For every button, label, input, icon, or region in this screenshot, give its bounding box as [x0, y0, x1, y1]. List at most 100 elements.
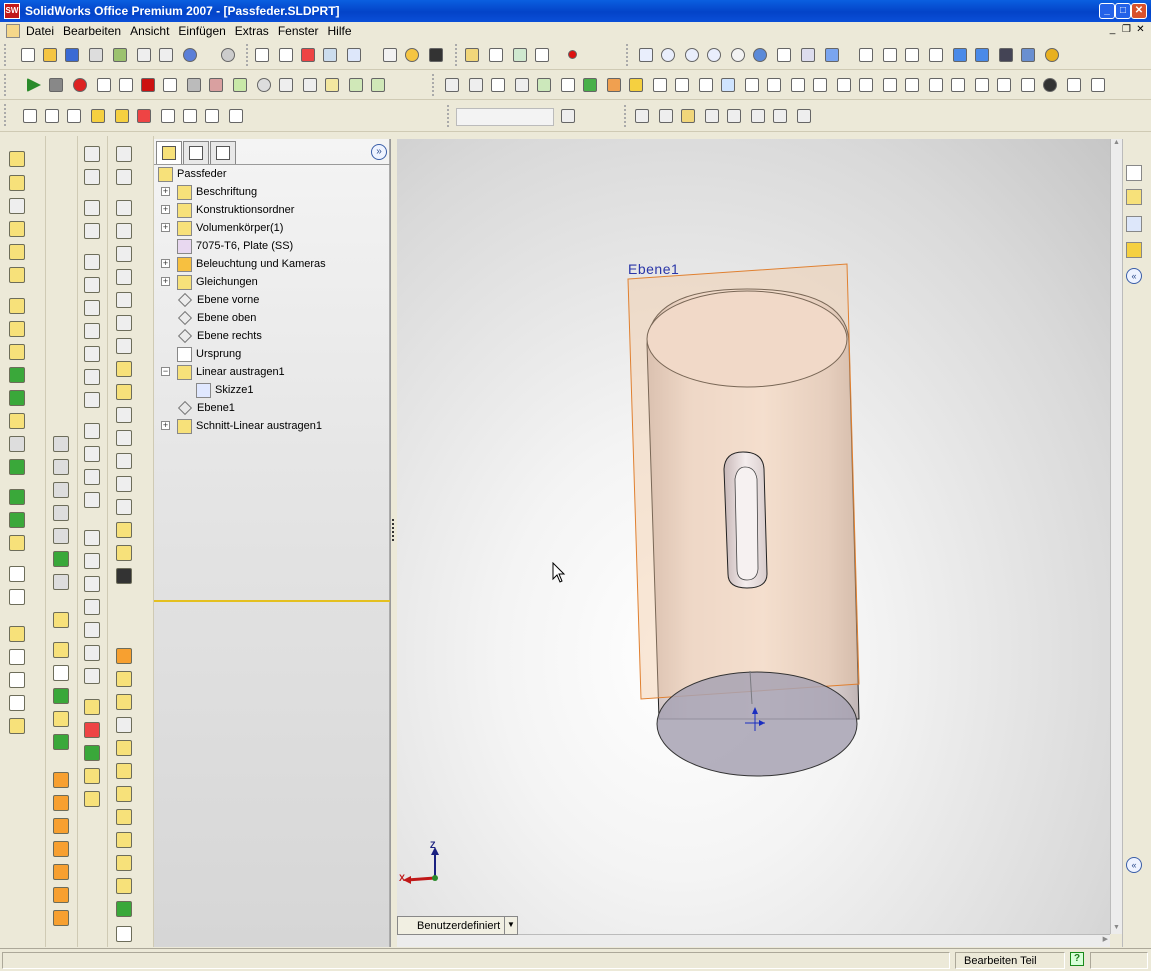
fillet-icon[interactable]	[9, 298, 25, 314]
rectangle-icon[interactable]	[84, 223, 100, 239]
rotate-view-icon[interactable]	[750, 45, 770, 65]
parting-line-icon[interactable]	[116, 169, 132, 185]
indent-icon[interactable]	[116, 855, 132, 871]
filter-clear-icon[interactable]	[1064, 75, 1084, 95]
sketch-3d-icon[interactable]	[116, 671, 132, 687]
stretch-entities-icon[interactable]	[84, 668, 100, 684]
reference-plane-icon[interactable]	[462, 45, 482, 65]
move-face-icon[interactable]	[116, 717, 132, 733]
tree-item[interactable]: + Volumenkörper(1)	[161, 219, 283, 237]
point-reference-icon[interactable]	[9, 695, 25, 711]
table-icon[interactable]	[53, 436, 69, 452]
realview-icon[interactable]	[1042, 45, 1062, 65]
rotate-component-icon[interactable]	[368, 75, 388, 95]
filter-mid-points-icon[interactable]	[948, 75, 968, 95]
sketched-bend-icon[interactable]	[770, 106, 790, 126]
point-sketch-icon[interactable]	[84, 323, 100, 339]
swept-boss-icon[interactable]	[9, 198, 25, 214]
scale-icon[interactable]	[116, 292, 132, 308]
freeform-icon[interactable]	[116, 568, 132, 584]
offset-entities-icon[interactable]	[84, 392, 100, 408]
sketch-icon[interactable]	[84, 146, 100, 162]
assembly-icon[interactable]	[276, 75, 296, 95]
split-entities-icon[interactable]	[84, 645, 100, 661]
edge-flange-icon[interactable]	[678, 106, 698, 126]
coordinate-tool-icon[interactable]	[9, 672, 25, 688]
close-button[interactable]: ✕	[1131, 3, 1147, 19]
grid-icon[interactable]	[320, 45, 340, 65]
mold-icon[interactable]	[116, 146, 132, 162]
filter-balloons-icon[interactable]	[810, 75, 830, 95]
report-icon[interactable]	[94, 75, 114, 95]
base-flange-icon[interactable]	[656, 106, 676, 126]
split-line-icon[interactable]	[116, 453, 132, 469]
filter-axes-icon[interactable]	[534, 75, 554, 95]
curve-through-points-icon[interactable]	[116, 926, 132, 942]
undercut-icon[interactable]	[116, 338, 132, 354]
sheet-metal-icon[interactable]	[632, 106, 652, 126]
combine-icon[interactable]	[116, 763, 132, 779]
construction-geometry-icon[interactable]	[84, 553, 100, 569]
extruded-cut-icon[interactable]	[9, 244, 25, 260]
collapse-panel-icon[interactable]: »	[371, 144, 387, 160]
zoom-previous-icon[interactable]	[728, 45, 748, 65]
mirror-entities-icon[interactable]	[84, 446, 100, 462]
zoom-preview-icon[interactable]	[156, 45, 176, 65]
tree-item[interactable]: + Beschriftung	[161, 183, 257, 201]
tooling-split-icon[interactable]	[116, 246, 132, 262]
unfold-icon[interactable]	[794, 106, 814, 126]
add-relation-icon[interactable]	[84, 722, 100, 738]
hidden-lines-visible-icon[interactable]	[880, 45, 900, 65]
tree-item[interactable]: Ebene vorne	[177, 291, 259, 309]
circle-icon[interactable]	[84, 254, 100, 270]
minimize-button[interactable]: _	[1099, 3, 1115, 19]
check-icon[interactable]	[160, 75, 180, 95]
filter-annotations-icon[interactable]	[626, 75, 646, 95]
axis-tool-icon[interactable]	[9, 649, 25, 665]
print-icon[interactable]	[86, 45, 106, 65]
filter-weld-beads-icon[interactable]	[926, 75, 946, 95]
wrap-icon[interactable]	[116, 878, 132, 894]
notes-icon[interactable]	[116, 75, 136, 95]
coordinate-system-icon[interactable]	[532, 45, 552, 65]
spellcheck-icon[interactable]	[20, 106, 40, 126]
flex-icon[interactable]	[116, 522, 132, 538]
knit-surface-icon[interactable]	[53, 734, 69, 750]
scale-body-icon[interactable]	[116, 832, 132, 848]
spline-icon[interactable]	[84, 300, 100, 316]
filter-datum-icon[interactable]	[718, 75, 738, 95]
options-icon[interactable]	[110, 45, 130, 65]
design-library-icon[interactable]	[1126, 189, 1142, 205]
hole-table-icon[interactable]	[53, 574, 69, 590]
shadows-icon[interactable]	[996, 45, 1016, 65]
instant-3d-icon[interactable]	[116, 694, 132, 710]
tree-item[interactable]: + Konstruktionsordner	[161, 201, 294, 219]
menu-datei[interactable]: Datei	[26, 24, 54, 38]
doc-minimize-button[interactable]: _	[1106, 24, 1119, 37]
revolved-cut-icon[interactable]	[9, 267, 25, 283]
split-body-icon[interactable]	[116, 786, 132, 802]
offset-surface-icon[interactable]	[53, 711, 69, 727]
record-icon[interactable]	[70, 75, 90, 95]
graphics-area[interactable]: Ebene1 Z X	[397, 139, 1110, 934]
filter-all-icon[interactable]	[1088, 75, 1108, 95]
tree-item[interactable]: Ebene oben	[177, 309, 256, 327]
filter-vertices-icon[interactable]	[466, 75, 486, 95]
dome-icon[interactable]	[9, 436, 25, 452]
layer-dropdown[interactable]	[456, 108, 554, 126]
mate-reference-icon[interactable]	[9, 718, 25, 734]
check-sketch-icon[interactable]	[84, 791, 100, 807]
sketch-picture-icon[interactable]	[84, 699, 100, 715]
properties-icon[interactable]	[380, 45, 400, 65]
ruled-surface-icon[interactable]	[116, 407, 132, 423]
shut-off-surface-icon[interactable]	[116, 200, 132, 216]
import-diagnostics-icon[interactable]	[180, 106, 200, 126]
planar-surface-icon[interactable]	[53, 795, 69, 811]
menu-extras[interactable]: Extras	[235, 24, 269, 38]
appearances-icon[interactable]	[1126, 242, 1142, 258]
vertical-scrollbar[interactable]: ▲ ▼	[1110, 139, 1122, 934]
tree-item[interactable]: + Schnitt-Linear austragen1	[161, 417, 322, 435]
linear-pattern-icon[interactable]	[9, 459, 25, 475]
draft-analysis-icon[interactable]	[116, 315, 132, 331]
expand-taskpane-icon[interactable]: «	[1126, 268, 1142, 284]
